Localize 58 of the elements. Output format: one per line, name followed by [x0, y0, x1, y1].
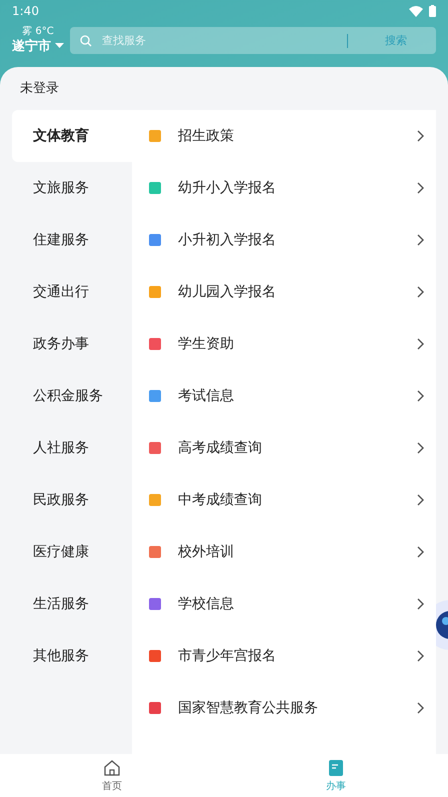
dropdown-caret-icon — [55, 43, 64, 49]
search-icon — [80, 34, 92, 46]
category-item[interactable]: 政务办事 — [12, 318, 132, 370]
service-item[interactable]: 市青少年宫报名 — [132, 630, 436, 682]
chevron-icon — [417, 234, 424, 246]
service-item[interactable]: 中考成绩查询 — [132, 474, 436, 526]
status-time: 1:40 — [12, 4, 39, 18]
chevron-icon — [417, 182, 424, 194]
chevron-icon — [417, 130, 424, 142]
chevron-icon — [417, 546, 424, 558]
service-item[interactable]: 幼升小入学报名 — [132, 162, 436, 214]
service-label: 小升初入学报名 — [178, 231, 277, 249]
nav-tab[interactable]: 首页 — [0, 754, 224, 797]
chevron-icon — [417, 702, 424, 714]
service-item[interactable]: 国家智慧教育公共服务 — [132, 682, 436, 734]
chevron-icon — [417, 338, 424, 350]
login-status: 未登录 — [19, 80, 60, 98]
chevron-icon — [417, 390, 424, 402]
service-item[interactable]: 考试信息 — [132, 370, 436, 422]
service-label: 高考成绩查询 — [178, 439, 263, 457]
category-item[interactable]: 交通出行 — [12, 266, 132, 318]
book-icon — [328, 758, 344, 776]
wifi-icon — [409, 6, 423, 16]
chevron-icon — [417, 442, 424, 454]
service-item[interactable]: 招生政策 — [132, 110, 436, 162]
category-item[interactable]: 文体教育 — [12, 110, 132, 162]
chevron-icon — [417, 494, 424, 506]
service-label: 招生政策 — [178, 127, 235, 145]
service-label: 幼儿园入学报名 — [178, 283, 277, 301]
weather-text: 雾 6°C — [22, 26, 54, 37]
service-item[interactable]: 学生资助 — [132, 318, 436, 370]
service-label: 考试信息 — [178, 387, 235, 405]
category-item[interactable]: 文旅服务 — [12, 162, 132, 214]
assistant-button[interactable] — [436, 599, 448, 651]
service-item[interactable]: 学校信息 — [132, 578, 436, 630]
battery-icon — [429, 5, 436, 17]
service-item[interactable]: 高考成绩查询 — [132, 422, 436, 474]
service-item[interactable]: 小升初入学报名 — [132, 214, 436, 266]
service-label: 市青少年宫报名 — [178, 647, 277, 665]
chevron-icon — [417, 650, 424, 662]
service-label: 中考成绩查询 — [178, 491, 263, 509]
category-item[interactable]: 住建服务 — [12, 214, 132, 266]
chevron-icon — [417, 598, 424, 610]
service-label: 幼升小入学报名 — [178, 179, 277, 197]
service-label: 校外培训 — [178, 543, 235, 561]
category-item[interactable]: 公积金服务 — [12, 370, 132, 422]
category-item[interactable]: 生活服务 — [12, 578, 132, 630]
service-item[interactable]: 校外培训 — [132, 526, 436, 578]
service-label: 学校信息 — [178, 595, 235, 613]
category-item[interactable]: 人社服务 — [12, 422, 132, 474]
category-item[interactable]: 民政服务 — [12, 474, 132, 526]
home-icon — [103, 758, 121, 776]
service-item[interactable]: 幼儿园入学报名 — [132, 266, 436, 318]
category-item[interactable]: 医疗健康 — [12, 526, 132, 578]
category-item[interactable]: 其他服务 — [12, 630, 132, 682]
chevron-icon — [417, 286, 424, 298]
service-label: 学生资助 — [178, 335, 235, 353]
service-label: 国家智慧教育公共服务 — [178, 699, 319, 717]
